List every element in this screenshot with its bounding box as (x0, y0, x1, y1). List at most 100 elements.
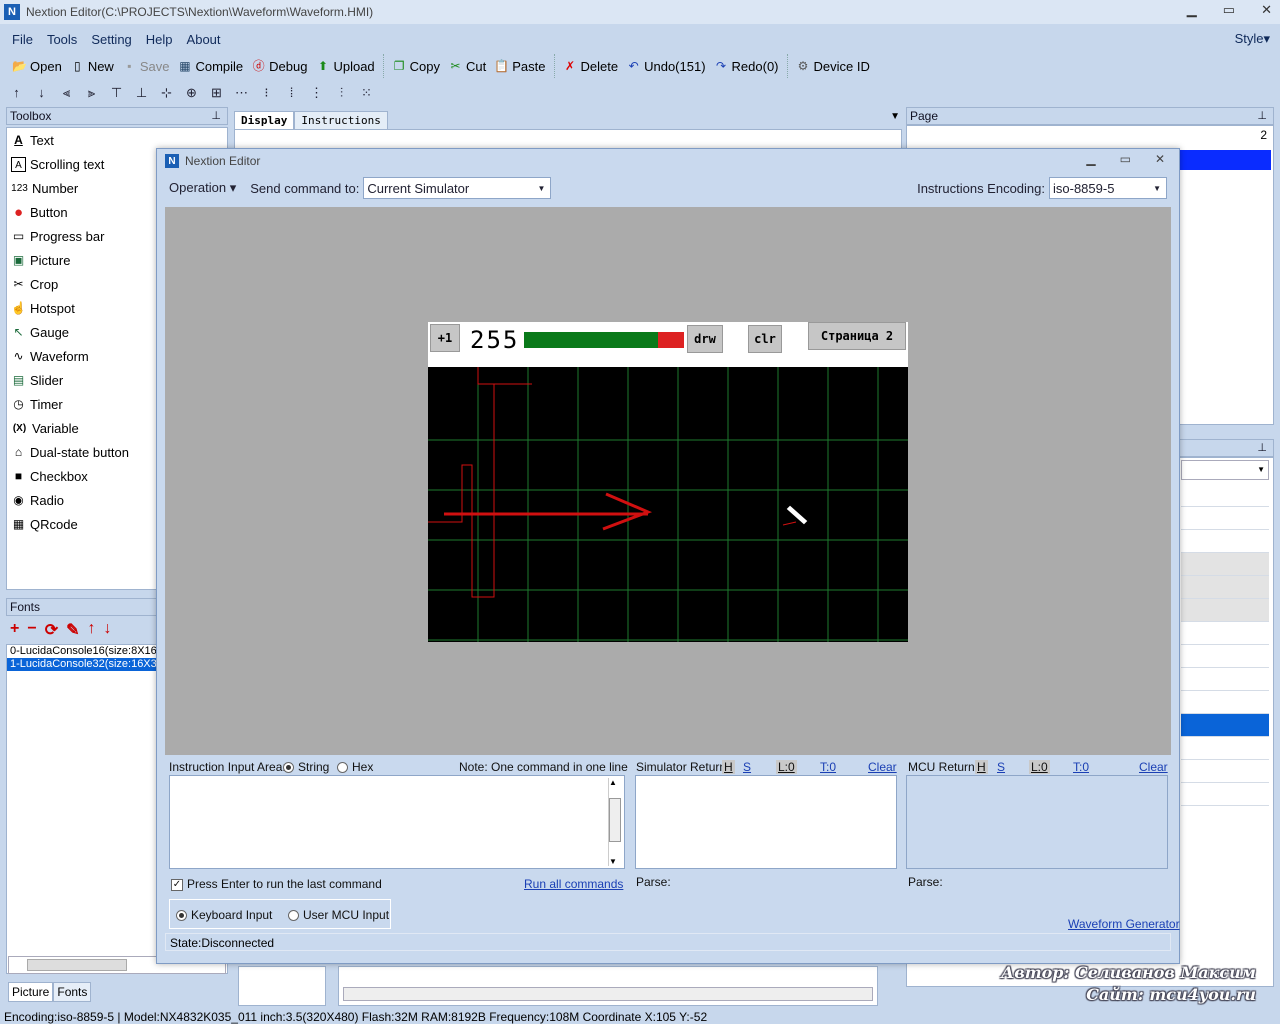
pin-icon[interactable]: ⊥ (1257, 109, 1267, 122)
tool-label: Gauge (30, 324, 70, 340)
string-radio[interactable]: String (283, 760, 329, 774)
number-icon: 123 (11, 182, 28, 194)
input-scrollbar[interactable]: ▲ ▼ (608, 778, 622, 866)
keyboard-input-radio[interactable]: Keyboard Input (176, 908, 272, 922)
mcu-return-box (906, 775, 1168, 869)
space-h-increase-icon[interactable]: ⁝ (256, 85, 277, 100)
instruction-input[interactable]: ▲ ▼ (169, 775, 625, 869)
hex-radio[interactable]: Hex (337, 760, 373, 774)
output-scrollbar[interactable] (343, 987, 873, 1001)
waveform-display[interactable] (428, 367, 908, 642)
menu-file[interactable]: File (12, 32, 33, 47)
add-icon[interactable]: + (10, 620, 19, 640)
dialog-maximize-icon[interactable]: ▭ (1120, 152, 1131, 166)
debug-icon: ⓓ (252, 58, 265, 73)
mcu-t0-button[interactable]: T:0 (1073, 760, 1089, 774)
pin-icon[interactable]: ⊥ (211, 109, 221, 122)
clear-button[interactable]: clr (748, 325, 782, 353)
edit-icon[interactable]: ✎ (66, 620, 79, 640)
pin-icon[interactable]: ⊥ (1257, 441, 1267, 454)
upload-button[interactable]: ⬆ Upload (311, 55, 378, 77)
scroll-thumb[interactable] (27, 959, 127, 971)
app-titlebar: N Nextion Editor(C:\PROJECTS\Nextion\Wav… (0, 0, 1280, 24)
arrow-up-icon[interactable]: ↑ (88, 620, 96, 640)
space-horizontal-icon[interactable]: ⋯ (231, 85, 252, 100)
sim-t0-button[interactable]: T:0 (820, 760, 836, 774)
menu-setting[interactable]: Setting (91, 32, 131, 47)
maximize-icon[interactable]: ▭ (1223, 2, 1235, 18)
plus-one-button[interactable]: +1 (430, 324, 460, 352)
button-icon: ● (13, 203, 24, 221)
move-down-icon[interactable]: ↓ (31, 85, 52, 100)
encoding-select[interactable]: iso-8859-5 ▼ (1049, 177, 1167, 199)
space-h-decrease-icon[interactable]: ⁞ (281, 85, 302, 100)
tab-display[interactable]: Display (234, 111, 295, 129)
gauge-icon: ↖ (13, 324, 24, 339)
arrow-down-icon[interactable]: ↓ (104, 620, 112, 640)
move-up-icon[interactable]: ↑ (6, 85, 27, 100)
sim-l0-button[interactable]: L:0 (776, 760, 797, 774)
save-icon: ▪ (127, 58, 132, 73)
new-button[interactable]: ▯ New (66, 55, 118, 77)
redo-button[interactable]: ↷ Redo(0) (710, 55, 783, 77)
dual-state-button-icon: ⌂ (14, 444, 23, 459)
sim-clear-link[interactable]: Clear (868, 760, 897, 774)
mcu-h-button[interactable]: H (975, 760, 988, 774)
user-mcu-input-radio[interactable]: User MCU Input (288, 908, 389, 922)
delete-label: Delete (580, 58, 619, 74)
dialog-close-icon[interactable]: ✕ (1155, 152, 1165, 166)
waveform-generator-link[interactable]: Waveform Generator (1068, 917, 1180, 931)
compile-button[interactable]: ▦ Compile (173, 55, 247, 77)
mcu-clear-link[interactable]: Clear (1139, 760, 1168, 774)
press-enter-checkbox[interactable]: ✓ Press Enter to run the last command (171, 877, 382, 891)
toolbox-header: Toolbox ⊥ (6, 107, 228, 125)
send-to-select[interactable]: Current Simulator ▼ (363, 177, 552, 199)
dialog-minimize-icon[interactable]: ▁ (1086, 152, 1095, 166)
run-all-link[interactable]: Run all commands (524, 877, 623, 891)
style-menu[interactable]: Style▾ (1235, 31, 1270, 47)
tab-picture[interactable]: Picture (8, 982, 54, 1002)
draw-button[interactable]: drw (687, 325, 723, 353)
page2-button[interactable]: Страница 2 (808, 322, 906, 350)
center-vertical-icon[interactable]: ⊕ (181, 85, 202, 100)
debug-button[interactable]: ⓓ Debug (247, 55, 311, 77)
open-button[interactable]: 📂 Open (8, 55, 66, 77)
upload-label: Upload (333, 58, 375, 74)
picture-icon: ▣ (12, 252, 25, 267)
tab-instructions[interactable]: Instructions (294, 111, 388, 129)
mcu-s-button[interactable]: S (997, 760, 1005, 774)
delete-button[interactable]: ✗ Delete (559, 55, 623, 77)
align-left-icon[interactable]: ⫷ (56, 85, 77, 100)
copy-icon: ❐ (393, 58, 405, 73)
sim-s-button[interactable]: S (743, 760, 751, 774)
attribute-dropdown[interactable]: ▼ (1181, 460, 1269, 480)
align-bottom-icon[interactable]: ⊥ (131, 85, 152, 100)
radio-icon: ◉ (13, 492, 24, 507)
space-v-decrease-icon[interactable]: ⁙ (356, 85, 377, 100)
space-v-increase-icon[interactable]: ⫶ (331, 85, 352, 100)
selected-page-row[interactable] (1177, 150, 1271, 170)
space-vertical-icon[interactable]: ⋮ (306, 85, 327, 100)
refresh-icon[interactable]: ⟳ (45, 620, 58, 640)
mcu-l0-button[interactable]: L:0 (1029, 760, 1050, 774)
align-top-icon[interactable]: ⊤ (106, 85, 127, 100)
copy-button[interactable]: ❐ Copy (388, 55, 444, 77)
sim-h-button[interactable]: H (722, 760, 735, 774)
same-size-icon[interactable]: ⊞ (206, 85, 227, 100)
save-button[interactable]: ▪ Save (118, 55, 174, 77)
operation-menu[interactable]: Operation ▾ (169, 180, 236, 196)
dropdown-arrow-icon[interactable]: ▼ (890, 111, 900, 122)
menu-tools[interactable]: Tools (47, 32, 77, 47)
minimize-icon[interactable]: ▁ (1187, 2, 1197, 18)
align-right-icon[interactable]: ⫸ (81, 85, 102, 100)
close-icon[interactable]: ✕ (1261, 2, 1272, 18)
tab-fonts[interactable]: Fonts (53, 982, 92, 1002)
menu-about[interactable]: About (187, 32, 221, 47)
undo-button[interactable]: ↶ Undo(151) (622, 55, 709, 77)
device-id-button[interactable]: ⚙ Device ID (792, 55, 874, 77)
center-horizontal-icon[interactable]: ⊹ (156, 85, 177, 100)
menu-help[interactable]: Help (146, 32, 173, 47)
remove-icon[interactable]: − (27, 620, 36, 640)
cut-button[interactable]: ✂ Cut (444, 55, 490, 77)
paste-button[interactable]: 📋 Paste (490, 55, 549, 77)
